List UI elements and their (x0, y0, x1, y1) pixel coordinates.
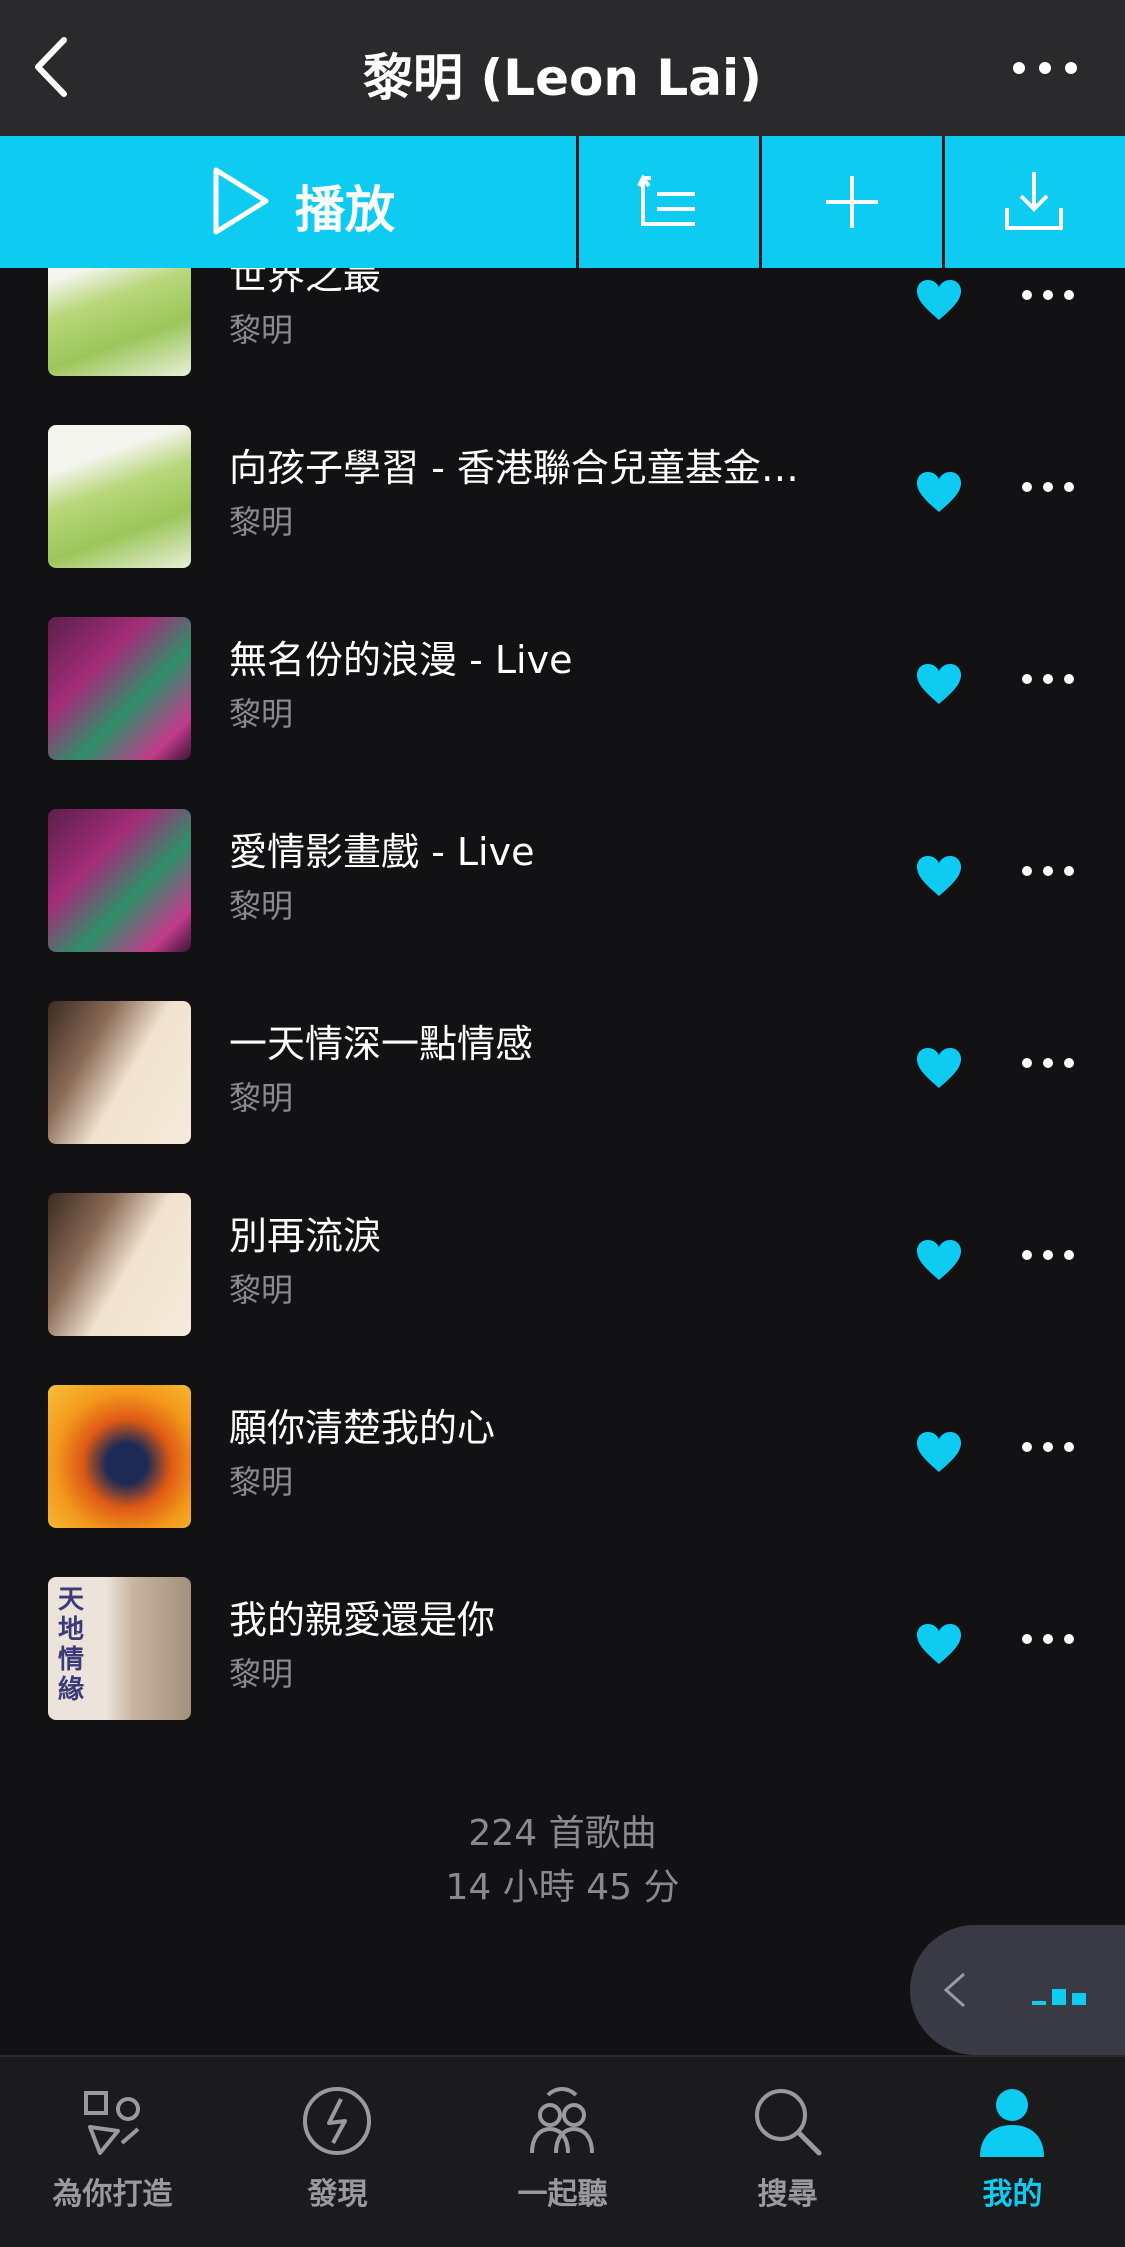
song-artist: 黎明 (229, 695, 294, 733)
top-nav-bar: 黎明 (Leon Lai) (0, 0, 1125, 136)
song-title: 愛情影畫戲 - Live (229, 830, 535, 874)
more-options-icon[interactable] (1020, 672, 1076, 686)
song-title: 我的親愛還是你 (229, 1598, 496, 1642)
song-title: 一天情深一點情感 (229, 1022, 534, 1066)
play-all-button[interactable]: 播放 (0, 136, 576, 268)
plus-icon (826, 176, 878, 228)
tab-label: 搜尋 (757, 2177, 818, 2212)
album-cover (48, 268, 191, 376)
song-row[interactable]: 無名份的浪漫 - Live 黎明 (0, 574, 1125, 766)
song-title: 向孩子學習 - 香港聯合兒童基金… (229, 446, 799, 490)
shuffle-queue-button[interactable] (579, 136, 759, 268)
profile-icon (980, 2089, 1044, 2157)
song-row[interactable]: 愛情影畫戲 - Live 黎明 (0, 766, 1125, 958)
search-icon (755, 2089, 822, 2156)
album-cover (48, 809, 191, 952)
song-row[interactable]: 世界之最 黎明 (0, 268, 1125, 382)
song-title: 別再流淚 (229, 1214, 382, 1258)
more-options-icon[interactable] (1020, 288, 1076, 302)
tab-for-you[interactable]: 為你打造 (0, 2057, 225, 2247)
song-row[interactable]: 一天情深一點情感 黎明 (0, 958, 1125, 1150)
song-title: 世界之最 (229, 268, 382, 298)
heart-icon[interactable] (915, 1046, 963, 1090)
tab-label: 發現 (307, 2177, 368, 2212)
tab-search[interactable]: 搜尋 (675, 2057, 900, 2247)
mini-player-handle[interactable] (910, 1925, 1125, 2055)
tab-discover[interactable]: 發現 (225, 2057, 450, 2247)
heart-icon[interactable] (915, 1622, 963, 1666)
action-bar: 播放 (0, 136, 1125, 268)
shapes-icon (84, 2091, 140, 2155)
song-artist: 黎明 (229, 503, 294, 541)
album-cover: 天地情緣 (48, 1577, 191, 1720)
tab-listen-together[interactable]: 一起聽 (450, 2057, 675, 2247)
heart-icon[interactable] (915, 662, 963, 706)
queue-list-icon (637, 174, 695, 226)
tab-label: 為你打造 (52, 2177, 173, 2212)
more-options-icon[interactable] (1020, 1056, 1076, 1070)
song-artist: 黎明 (229, 311, 294, 349)
song-artist: 黎明 (229, 1271, 294, 1309)
download-icon (1005, 172, 1063, 230)
compass-bolt-icon (303, 2087, 371, 2155)
total-duration: 14 小時 45 分 (445, 1867, 680, 1908)
song-artist: 黎明 (229, 887, 294, 925)
bottom-tab-bar: 為你打造 發現 一起聽 搜尋 我的 (0, 2055, 1125, 2247)
chevron-left-icon (943, 1972, 965, 2008)
more-options-icon[interactable] (1020, 1248, 1076, 1262)
song-row[interactable]: 向孩子學習 - 香港聯合兒童基金… 黎明 (0, 382, 1125, 574)
play-icon (213, 167, 269, 235)
song-list: 世界之最 黎明 向孩子學習 - 香港聯合兒童基金… 黎明 無名份的浪漫 - Li… (0, 268, 1125, 2055)
album-cover-text: 天地情緣 (58, 1585, 85, 1705)
tab-label: 我的 (982, 2177, 1043, 2212)
song-artist: 黎明 (229, 1655, 294, 1693)
more-options-icon[interactable] (1020, 1632, 1076, 1646)
tab-mine[interactable]: 我的 (900, 2057, 1125, 2247)
song-count: 224 首歌曲 (468, 1813, 657, 1854)
play-label: 播放 (295, 181, 395, 239)
heart-icon[interactable] (915, 470, 963, 514)
album-cover (48, 617, 191, 760)
album-cover (48, 1193, 191, 1336)
album-cover (48, 1001, 191, 1144)
song-row[interactable]: 天地情緣 我的親愛還是你 黎明 (0, 1534, 1125, 1726)
download-button[interactable] (945, 136, 1125, 268)
more-options-icon[interactable] (1020, 1440, 1076, 1454)
album-cover (48, 1385, 191, 1528)
song-row[interactable]: 別再流淚 黎明 (0, 1150, 1125, 1342)
heart-icon[interactable] (915, 854, 963, 898)
tab-label: 一起聽 (517, 2177, 608, 2212)
song-artist: 黎明 (229, 1463, 294, 1501)
heart-icon[interactable] (915, 1238, 963, 1282)
more-options-icon[interactable] (1020, 480, 1076, 494)
equalizer-icon (1032, 1989, 1086, 2005)
more-options-icon[interactable] (1005, 38, 1085, 98)
add-to-playlist-button[interactable] (762, 136, 942, 268)
more-options-icon[interactable] (1020, 864, 1076, 878)
song-title: 願你清楚我的心 (229, 1406, 496, 1450)
group-listen-icon (530, 2087, 594, 2154)
page-title: 黎明 (Leon Lai) (363, 49, 762, 107)
song-title: 無名份的浪漫 - Live (229, 638, 573, 682)
heart-icon[interactable] (915, 278, 963, 322)
album-cover (48, 425, 191, 568)
heart-icon[interactable] (915, 1430, 963, 1474)
song-artist: 黎明 (229, 1079, 294, 1117)
song-row[interactable]: 願你清楚我的心 黎明 (0, 1342, 1125, 1534)
